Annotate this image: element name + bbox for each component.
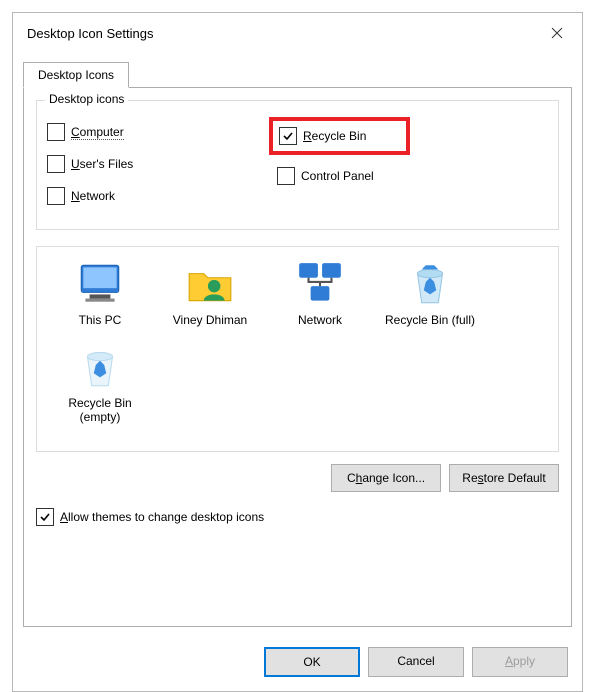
checkbox-label: Network <box>71 189 115 203</box>
icon-recycle-bin-full[interactable]: Recycle Bin (full) <box>375 259 485 334</box>
checkbox-box <box>47 155 65 173</box>
apply-button[interactable]: Apply <box>472 647 568 677</box>
close-button[interactable] <box>532 13 582 53</box>
tab-desktop-icons[interactable]: Desktop Icons <box>23 62 129 88</box>
checkbox-box <box>279 127 297 145</box>
user-folder-icon <box>185 259 235 309</box>
icon-buttons-row: Change Icon... Restore Default <box>36 464 559 492</box>
change-icon-button[interactable]: Change Icon... <box>331 464 441 492</box>
checkbox-network[interactable]: Network <box>47 187 277 205</box>
this-pc-icon <box>75 259 125 309</box>
icon-label: This PC <box>79 313 122 327</box>
checkbox-label: User's Files <box>71 157 133 171</box>
icon-list[interactable]: This PC Viney Dhiman Network <box>36 246 559 452</box>
group-desktop-icons: Desktop icons Computer User's Files Netw… <box>36 100 559 230</box>
network-icon <box>295 259 345 309</box>
checkbox-label: Computer <box>71 125 124 140</box>
checkbox-label: Control Panel <box>301 169 374 183</box>
highlight-recycle-bin: Recycle Bin <box>269 117 410 155</box>
icon-network[interactable]: Network <box>265 259 375 334</box>
recycle-bin-full-icon <box>405 259 455 309</box>
tab-content: Desktop icons Computer User's Files Netw… <box>23 87 572 627</box>
icon-label: Viney Dhiman <box>173 313 247 327</box>
icon-recycle-bin-empty[interactable]: Recycle Bin (empty) <box>45 342 155 431</box>
restore-default-button[interactable]: Restore Default <box>449 464 559 492</box>
window-title: Desktop Icon Settings <box>27 26 153 41</box>
recycle-bin-empty-icon <box>75 342 125 392</box>
dialog-window: Desktop Icon Settings Desktop Icons Desk… <box>12 12 583 692</box>
checkbox-control-panel[interactable]: Control Panel <box>277 167 548 185</box>
icon-label: Network <box>298 313 342 327</box>
checkbox-users-files[interactable]: User's Files <box>47 155 277 173</box>
checkbox-grid: Computer User's Files Network <box>47 119 548 219</box>
close-icon <box>551 27 563 39</box>
icon-user-folder[interactable]: Viney Dhiman <box>155 259 265 334</box>
checkbox-recycle-bin[interactable]: Recycle Bin <box>279 127 366 145</box>
title-bar: Desktop Icon Settings <box>13 13 582 53</box>
checkbox-box <box>36 508 54 526</box>
group-legend: Desktop icons <box>45 92 128 106</box>
icon-label: Recycle Bin (empty) <box>50 396 150 425</box>
dialog-button-row: OK Cancel Apply <box>13 637 582 691</box>
tab-bar: Desktop Icons <box>13 53 582 87</box>
checkbox-label: Allow themes to change desktop icons <box>60 510 264 524</box>
checkbox-box <box>277 167 295 185</box>
icon-this-pc[interactable]: This PC <box>45 259 155 334</box>
checkbox-box <box>47 187 65 205</box>
ok-button[interactable]: OK <box>264 647 360 677</box>
checkbox-box <box>47 123 65 141</box>
checkbox-label: Recycle Bin <box>303 129 366 143</box>
checkbox-allow-themes[interactable]: Allow themes to change desktop icons <box>36 508 559 526</box>
checkbox-computer[interactable]: Computer <box>47 123 277 141</box>
cancel-button[interactable]: Cancel <box>368 647 464 677</box>
icon-label: Recycle Bin (full) <box>385 313 475 327</box>
